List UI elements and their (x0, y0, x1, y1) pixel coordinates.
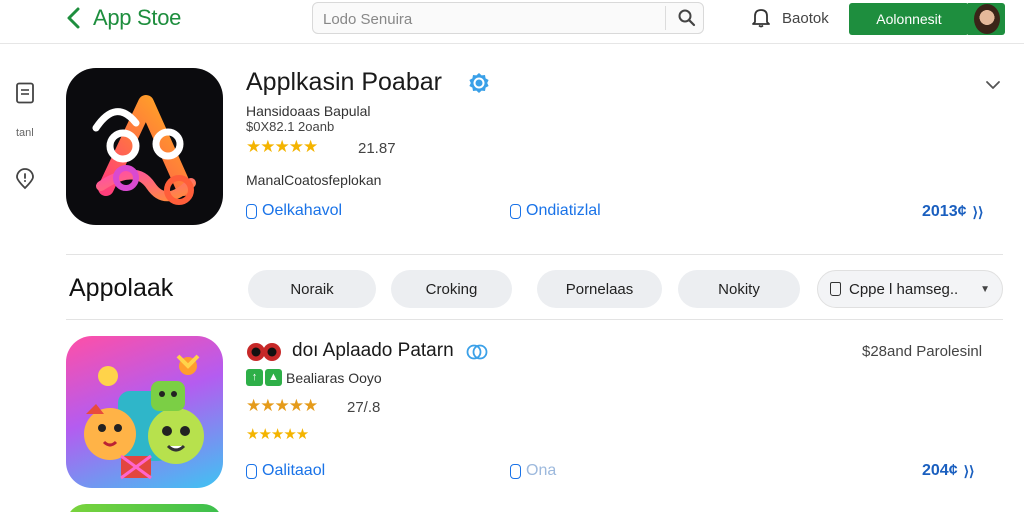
rating-badge-icon: ↑ (246, 369, 263, 386)
app2-price-value: 204¢ (922, 462, 958, 479)
app2-rating: 27/.8 (347, 399, 381, 416)
search-box[interactable] (312, 2, 704, 34)
divider (66, 319, 1003, 320)
app2-link-left-label: Oalitaaol (262, 462, 326, 479)
featured-price-value: 2013¢ (922, 203, 967, 220)
search-icon[interactable] (677, 8, 697, 28)
featured-link-left[interactable]: Oelkahavol (246, 202, 342, 220)
content-rating-badge: ↑ ▲ (246, 369, 282, 386)
featured-link-right-label: Ondiatizlal (526, 202, 601, 219)
featured-stars: ★★★★★ (246, 137, 318, 156)
notifications-label[interactable]: Baotok (782, 10, 829, 27)
link-icon (510, 203, 521, 219)
app2-icon[interactable] (66, 336, 223, 488)
avatar-face (974, 4, 1000, 34)
app2-link-right-label: Ona (526, 462, 557, 479)
featured-link-right[interactable]: Ondiatizlal (510, 202, 601, 220)
link-icon (246, 203, 257, 219)
divider (66, 254, 1003, 255)
back-arrow-icon[interactable] (62, 6, 86, 30)
search-input[interactable] (323, 8, 663, 30)
app2-stars-secondary: ★★★★★ (246, 426, 309, 443)
app2-link-right[interactable]: Ona (510, 462, 556, 480)
link-badge-icon (466, 344, 488, 360)
top-bar: App Stoe Baotok Aolonnesit (0, 0, 1024, 44)
double-chevron-right-icon: ⟩⟩ (963, 462, 975, 479)
link-icon (510, 463, 521, 479)
chip-filter-3[interactable]: Pornelaas (537, 270, 662, 308)
featured-app-logo-icon (92, 95, 196, 205)
chip-filter-4[interactable]: Nokity (678, 270, 800, 308)
featured-meta: $0X82.1 2oanb (246, 119, 335, 134)
app2-developer[interactable]: Bealiaras Ooyo (286, 370, 382, 386)
app2-price-top: $28and Parolesinl (862, 343, 983, 360)
verified-badge-icon (469, 73, 489, 93)
rating-badge-icon: ▲ (265, 369, 282, 386)
app2-stars: ★★★★★ (246, 396, 318, 415)
link-icon (246, 463, 257, 479)
next-app-icon-peek[interactable] (66, 504, 223, 512)
featured-app-name[interactable]: Applkasin Poabar (246, 68, 442, 97)
search-divider (665, 6, 666, 30)
featured-description: ManalCoatosfeplokan (246, 172, 382, 188)
featured-price[interactable]: 2013¢ ⟩⟩ (922, 203, 983, 221)
chevron-down-icon[interactable] (984, 76, 1002, 94)
featured-link-left-label: Oelkahavol (262, 202, 343, 219)
avatar[interactable] (968, 3, 1005, 35)
caret-down-icon: ▼ (980, 284, 990, 295)
bell-icon[interactable] (750, 6, 772, 28)
chip-filter-2[interactable]: Croking (391, 270, 512, 308)
section-title: Appolaak (69, 274, 174, 302)
sort-dropdown-label: Cppe l hamseg.. (849, 280, 959, 298)
double-chevron-right-icon: ⟩⟩ (972, 203, 984, 220)
sort-dropdown[interactable]: Cppe l hamseg.. ▼ (817, 270, 1003, 308)
game-controller-icon (247, 343, 281, 361)
document-icon[interactable] (15, 82, 35, 104)
app-title: App Stoe (93, 5, 182, 30)
lock-icon (830, 282, 841, 296)
rail-label[interactable]: tanl (16, 127, 34, 139)
cartoon-characters-icon (84, 354, 204, 480)
app2-price[interactable]: 204¢ ⟩⟩ (922, 462, 975, 480)
location-pin-icon[interactable] (14, 168, 36, 190)
primary-action-button[interactable]: Aolonnesit (849, 3, 969, 35)
featured-developer[interactable]: Hansidoaas Bapulal (246, 103, 371, 119)
chip-filter-1[interactable]: Noraik (248, 270, 376, 308)
featured-rating: 21.87 (358, 140, 396, 157)
app2-link-left[interactable]: Oalitaaol (246, 462, 325, 480)
featured-app-icon[interactable] (66, 68, 223, 225)
app2-name[interactable]: doı Aplaado Patarn (292, 340, 454, 362)
